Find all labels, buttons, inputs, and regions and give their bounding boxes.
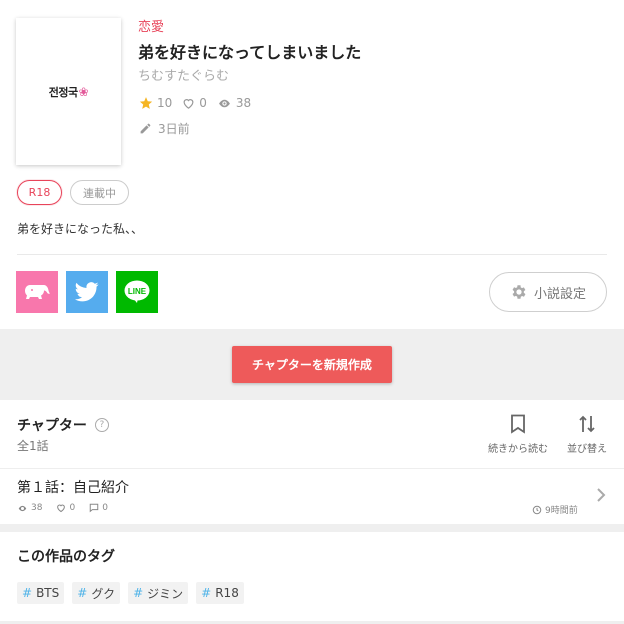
star-icon bbox=[139, 97, 153, 109]
heart-outline-icon bbox=[183, 98, 194, 109]
last-updated: 3日前 bbox=[139, 120, 190, 137]
tag-list: # BTS # グク # ジミン # R18 bbox=[17, 582, 252, 604]
episode-views: 38 bbox=[17, 503, 42, 513]
chapter-heading: チャプター ? bbox=[17, 415, 109, 435]
episode-likes: 0 bbox=[56, 503, 75, 513]
hash-mark: # bbox=[77, 586, 88, 600]
twitter-share-button[interactable] bbox=[66, 271, 108, 313]
author-name[interactable]: ちむすたぐらむ bbox=[138, 65, 229, 84]
clock-icon bbox=[532, 505, 542, 514]
line-share-button[interactable]: LINE bbox=[116, 271, 158, 313]
like-count: 0 bbox=[182, 96, 207, 110]
sort-button[interactable]: 並び替え bbox=[562, 414, 612, 455]
chapter-count: 全1話 bbox=[17, 439, 49, 453]
novel-settings-button[interactable]: 小説設定 bbox=[489, 272, 607, 312]
r18-badge: R18 bbox=[17, 180, 62, 205]
section-separator bbox=[0, 524, 624, 532]
line-logo-text: LINE bbox=[128, 287, 147, 296]
babyboo-share-button[interactable] bbox=[16, 271, 58, 313]
sort-arrows-icon bbox=[579, 415, 595, 433]
novel-badges: R18 連載中 bbox=[17, 180, 137, 205]
elephant-icon bbox=[25, 285, 50, 299]
continue-reading-button[interactable]: 続きから読む bbox=[484, 414, 552, 455]
view-count: 38 bbox=[217, 96, 251, 110]
comment-icon bbox=[89, 503, 99, 513]
hash-mark: # bbox=[201, 586, 212, 600]
episode-title[interactable]: 第１話：自己紹介 bbox=[17, 477, 129, 497]
divider bbox=[0, 468, 624, 469]
episode-stats: 38 0 0 bbox=[17, 503, 122, 513]
gear-icon bbox=[512, 285, 526, 299]
eye-icon bbox=[18, 505, 27, 511]
novel-stats: 10 0 38 bbox=[139, 96, 261, 110]
line-logo-icon: LINE bbox=[124, 280, 150, 303]
episode-comments: 0 bbox=[89, 503, 108, 513]
tags-heading: この作品のタグ bbox=[17, 549, 115, 565]
hash-mark: # bbox=[22, 586, 33, 600]
tag-item[interactable]: # BTS bbox=[17, 582, 65, 604]
pencil-icon bbox=[140, 123, 151, 134]
synopsis: 弟を好きになった私、、 bbox=[17, 222, 144, 236]
cover-title: 전정국❀ bbox=[48, 84, 89, 99]
bookmark-icon bbox=[511, 414, 525, 434]
episode-time: 9時間前 bbox=[532, 503, 578, 516]
twitter-bird-icon bbox=[75, 282, 99, 302]
heart-icon: ❀ bbox=[78, 84, 89, 99]
status-badge: 連載中 bbox=[70, 180, 129, 205]
novel-title: 弟を好きになってしまいました bbox=[138, 43, 362, 62]
divider bbox=[17, 254, 607, 255]
eye-icon bbox=[219, 99, 230, 107]
heart-outline-icon bbox=[57, 504, 66, 513]
tag-item[interactable]: # グク bbox=[72, 582, 121, 604]
tag-item[interactable]: # ジミン bbox=[128, 582, 189, 604]
help-icon[interactable]: ? bbox=[94, 418, 109, 432]
novel-cover[interactable]: 전정국❀ bbox=[16, 18, 121, 165]
create-chapter-button[interactable]: チャプターを新規作成 bbox=[232, 346, 392, 383]
genre-label[interactable]: 恋愛 bbox=[138, 16, 164, 35]
tag-item[interactable]: # R18 bbox=[196, 582, 244, 604]
hash-mark: # bbox=[133, 586, 144, 600]
star-count: 10 bbox=[139, 96, 172, 110]
chevron-right-icon[interactable] bbox=[596, 487, 606, 503]
